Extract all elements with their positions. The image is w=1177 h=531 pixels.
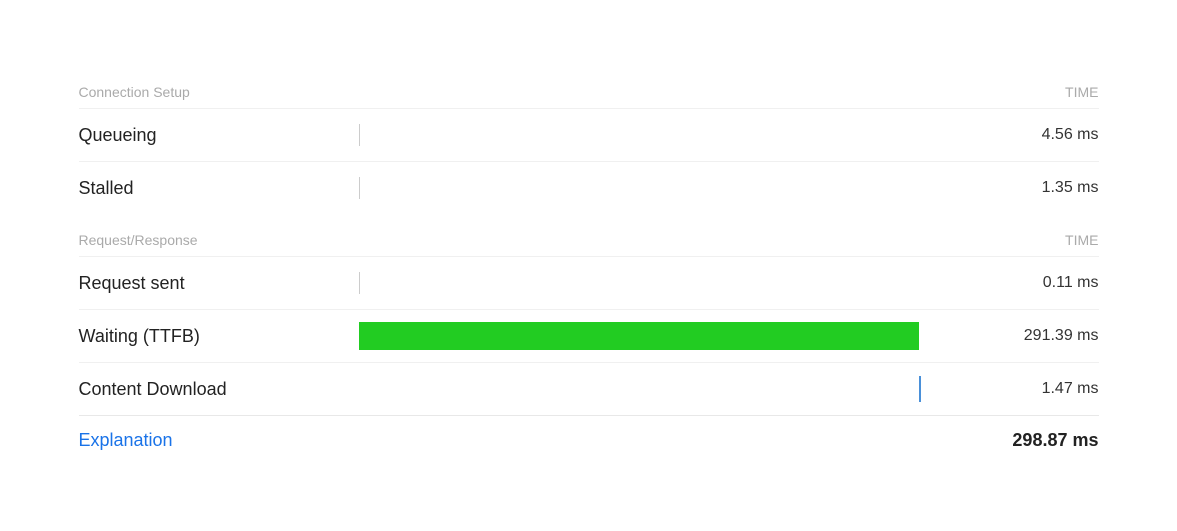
connection-setup-time-col: TIME xyxy=(999,84,1099,100)
queueing-bar-area xyxy=(359,119,979,151)
stalled-label: Stalled xyxy=(79,178,359,199)
content-download-label: Content Download xyxy=(79,379,359,400)
explanation-link[interactable]: Explanation xyxy=(79,430,173,451)
stalled-bar-area xyxy=(359,172,979,204)
stalled-row: Stalled 1.35 ms xyxy=(79,161,1099,214)
content-download-bar-area xyxy=(359,373,979,405)
request-response-label: Request/Response xyxy=(79,232,198,248)
request-response-header: Request/Response TIME xyxy=(79,224,1099,256)
footer-row: Explanation 298.87 ms xyxy=(79,415,1099,455)
queueing-row: Queueing 4.56 ms xyxy=(79,108,1099,161)
waiting-ttfb-bar-area xyxy=(359,320,979,352)
waiting-ttfb-time: 291.39 ms xyxy=(979,327,1099,345)
content-download-blue-tick xyxy=(919,376,921,402)
content-download-time: 1.47 ms xyxy=(979,380,1099,398)
content-download-row: Content Download 1.47 ms xyxy=(79,362,1099,415)
request-sent-bar-area xyxy=(359,267,979,299)
connection-setup-header: Connection Setup TIME xyxy=(79,76,1099,108)
request-response-time-col: TIME xyxy=(999,232,1099,248)
timing-breakdown: Connection Setup TIME Queueing 4.56 ms S… xyxy=(39,56,1139,475)
queueing-tick xyxy=(359,124,360,146)
waiting-ttfb-row: Waiting (TTFB) 291.39 ms xyxy=(79,309,1099,362)
total-time: 298.87 ms xyxy=(979,430,1099,451)
queueing-time: 4.56 ms xyxy=(979,126,1099,144)
request-sent-time: 0.11 ms xyxy=(979,274,1099,292)
request-sent-row: Request sent 0.11 ms xyxy=(79,256,1099,309)
queueing-label: Queueing xyxy=(79,125,359,146)
stalled-time: 1.35 ms xyxy=(979,179,1099,197)
request-sent-tick xyxy=(359,272,360,294)
request-sent-label: Request sent xyxy=(79,273,359,294)
connection-setup-label: Connection Setup xyxy=(79,84,190,100)
stalled-tick xyxy=(359,177,360,199)
waiting-ttfb-label: Waiting (TTFB) xyxy=(79,326,359,347)
waiting-ttfb-green-bar xyxy=(359,322,919,350)
